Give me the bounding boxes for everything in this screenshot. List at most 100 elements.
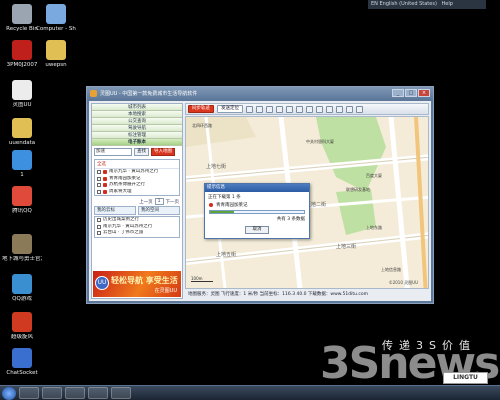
hand-icon[interactable] — [246, 105, 253, 113]
sub-list-item[interactable]: 云台山 · 丁伟市之旅 — [95, 230, 179, 237]
banner-headline: 轻松导航 享受生活 — [111, 276, 178, 285]
map-toolbar: 同步轨迹 发送定位 — [185, 103, 429, 115]
menu-item[interactable]: 本地搜索 — [92, 111, 182, 118]
help-link[interactable]: Help — [442, 1, 453, 7]
zoom-out-icon[interactable] — [266, 105, 273, 113]
page-number[interactable]: 1 — [154, 198, 164, 205]
map-label: 中关村银科大厦 — [306, 139, 334, 144]
menu-item[interactable]: 电子账本 — [92, 139, 182, 146]
block-area — [186, 117, 256, 147]
mail-icon[interactable] — [286, 105, 293, 113]
item-checkbox[interactable] — [97, 170, 101, 175]
desktop-icon[interactable]: 1 — [2, 150, 42, 179]
menu-item[interactable]: 标注管理 — [92, 132, 182, 139]
banner-subtext: 在灵图UU — [154, 288, 177, 294]
desktop-icon-label: 灵图UU — [12, 102, 32, 108]
route-pin-icon — [103, 189, 107, 194]
tab-my-cloud[interactable]: 我的云标 — [94, 206, 136, 215]
promo-banner[interactable]: UU 轻松导航 享受生活 在灵图UU — [93, 271, 181, 297]
close-button[interactable]: × — [418, 89, 430, 97]
route-pin-icon — [103, 183, 107, 188]
route-pin-icon — [103, 170, 107, 175]
taskbar-app-folder[interactable] — [42, 387, 62, 399]
download-progress — [209, 210, 305, 214]
desktop-shortcut-icon — [46, 4, 66, 24]
item-checkbox[interactable] — [97, 189, 101, 194]
item-checkbox[interactable] — [97, 176, 101, 181]
taskbar-app-media[interactable] — [65, 387, 85, 399]
prev-page-link[interactable]: 上一页 — [139, 199, 153, 205]
maximize-button[interactable]: □ — [405, 89, 417, 97]
desktop-icon[interactable]: uwepsn — [36, 40, 76, 69]
select-all-checkbox[interactable]: 全选 — [95, 160, 179, 169]
uu-logo-icon: UU — [95, 276, 109, 290]
trip-list: 全选 南京九华 · 黄山苏州之行 青青南园加莱记 苏杭茶博展开之行 周家将大理 — [94, 159, 180, 196]
app-icon — [90, 89, 97, 97]
tab-my-space[interactable]: 我的空间 — [138, 206, 180, 215]
menu-item[interactable]: 公交查询 — [92, 118, 182, 125]
desktop-icon[interactable]: 腾讯QQ — [2, 186, 42, 215]
search-row: 加速 查找 导入地图 — [92, 146, 182, 158]
import-map-button[interactable]: 导入地图 — [151, 148, 175, 156]
desktop-icon-label: 腾讯QQ — [12, 208, 32, 214]
desktop-icon-label: ChatSocket — [6, 370, 38, 376]
app-window: 灵图UU - 中国第一款免费城市生活导航软件 _ □ × 城市列表 本地搜索 公交查… — [86, 86, 434, 304]
sub-item-label: 云台山 · 丁伟市之旅 — [103, 230, 144, 235]
desktop-icon[interactable]: Computer - Shortcut — [36, 4, 76, 33]
menu-item[interactable]: 城市列表 — [92, 104, 182, 111]
desktop-icon[interactable]: 超级旋风 — [2, 312, 42, 341]
grid-icon[interactable] — [326, 105, 333, 113]
title-bar[interactable]: 灵图UU - 中国第一款免费城市生活导航软件 _ □ × — [87, 87, 433, 99]
menu-item[interactable]: 驾驶导航 — [92, 125, 182, 132]
list-icon[interactable] — [336, 105, 343, 113]
menu-icon[interactable] — [346, 105, 353, 113]
desktop-icon[interactable]: 地下城与勇士官方图标 — [2, 234, 42, 263]
desktop-shortcut-icon — [12, 150, 32, 170]
pager: 上一页 1 下一页 — [92, 197, 182, 206]
map-label: 上地七街 — [206, 164, 227, 170]
item-checkbox[interactable] — [97, 224, 101, 229]
map-label: 上地信息路 — [381, 267, 401, 272]
map-view[interactable]: 中关村银科大厦 北四环西路 上地七街 上地五街 上地三街 上地二街 上地东路 上… — [185, 116, 429, 289]
dialog-count: 共有 3 条数据 — [276, 217, 305, 222]
item-checkbox[interactable] — [97, 231, 101, 236]
desktop-icon[interactable]: ChatSocket — [2, 348, 42, 377]
taskbar-app-game[interactable] — [88, 387, 108, 399]
send-location-button[interactable]: 发送定位 — [217, 105, 243, 113]
dialog-title[interactable]: 提示信息 — [205, 184, 309, 192]
next-page-link[interactable]: 下一页 — [166, 199, 180, 205]
desktop-shortcut-icon — [12, 234, 32, 254]
desktop-icon[interactable]: QQ游戏 — [2, 274, 42, 303]
watermark-logo: LINGTU — [443, 372, 488, 384]
watermark-slogan: 传递3S价值 — [382, 339, 476, 352]
start-button[interactable] — [2, 386, 16, 400]
list-item[interactable]: 周家将大理 — [95, 189, 179, 196]
dialog-item-label: 青青南园加莱记 — [216, 203, 248, 208]
status-bar: 地图服务：灵图 飞行速度：1 米/秒 当前坐标：116.3 40.0 下载数据：… — [188, 292, 368, 297]
delete-icon[interactable] — [316, 105, 323, 113]
zoom-in-icon[interactable] — [256, 105, 263, 113]
search-input[interactable]: 加速 — [94, 148, 132, 156]
desktop-icon[interactable]: 灵图UU — [2, 80, 42, 109]
dialog-status: 正在下载第 1 条 — [208, 195, 241, 200]
taskbar-app-uu[interactable] — [111, 387, 131, 399]
sub-list: 历史出城案例之行 南京九华 · 黄山苏州之行 云台山 · 丁伟市之旅 — [94, 216, 180, 238]
language-bar[interactable]: EN English (United States) Help — [368, 0, 486, 9]
map-label: 百度大厦 — [366, 173, 382, 178]
minimize-button[interactable]: _ — [392, 89, 404, 97]
sync-track-button[interactable]: 同步轨迹 — [188, 105, 214, 113]
item-checkbox[interactable] — [97, 183, 101, 188]
save-icon[interactable] — [306, 105, 313, 113]
desktop-shortcut-icon — [12, 118, 32, 138]
desktop-icon-label: uwepsn — [45, 62, 67, 68]
settings-icon[interactable] — [356, 105, 363, 113]
item-checkbox[interactable] — [97, 218, 101, 223]
taskbar-app-ie[interactable] — [19, 387, 39, 399]
desktop-icon[interactable]: uuendata — [2, 118, 42, 147]
print-icon[interactable] — [296, 105, 303, 113]
ruler-icon[interactable] — [276, 105, 283, 113]
find-button[interactable]: 查找 — [134, 148, 149, 156]
cancel-button[interactable]: 取消 — [245, 226, 269, 234]
language-indicator[interactable]: EN English (United States) — [371, 1, 437, 7]
map-label: 上地五街 — [216, 252, 237, 258]
